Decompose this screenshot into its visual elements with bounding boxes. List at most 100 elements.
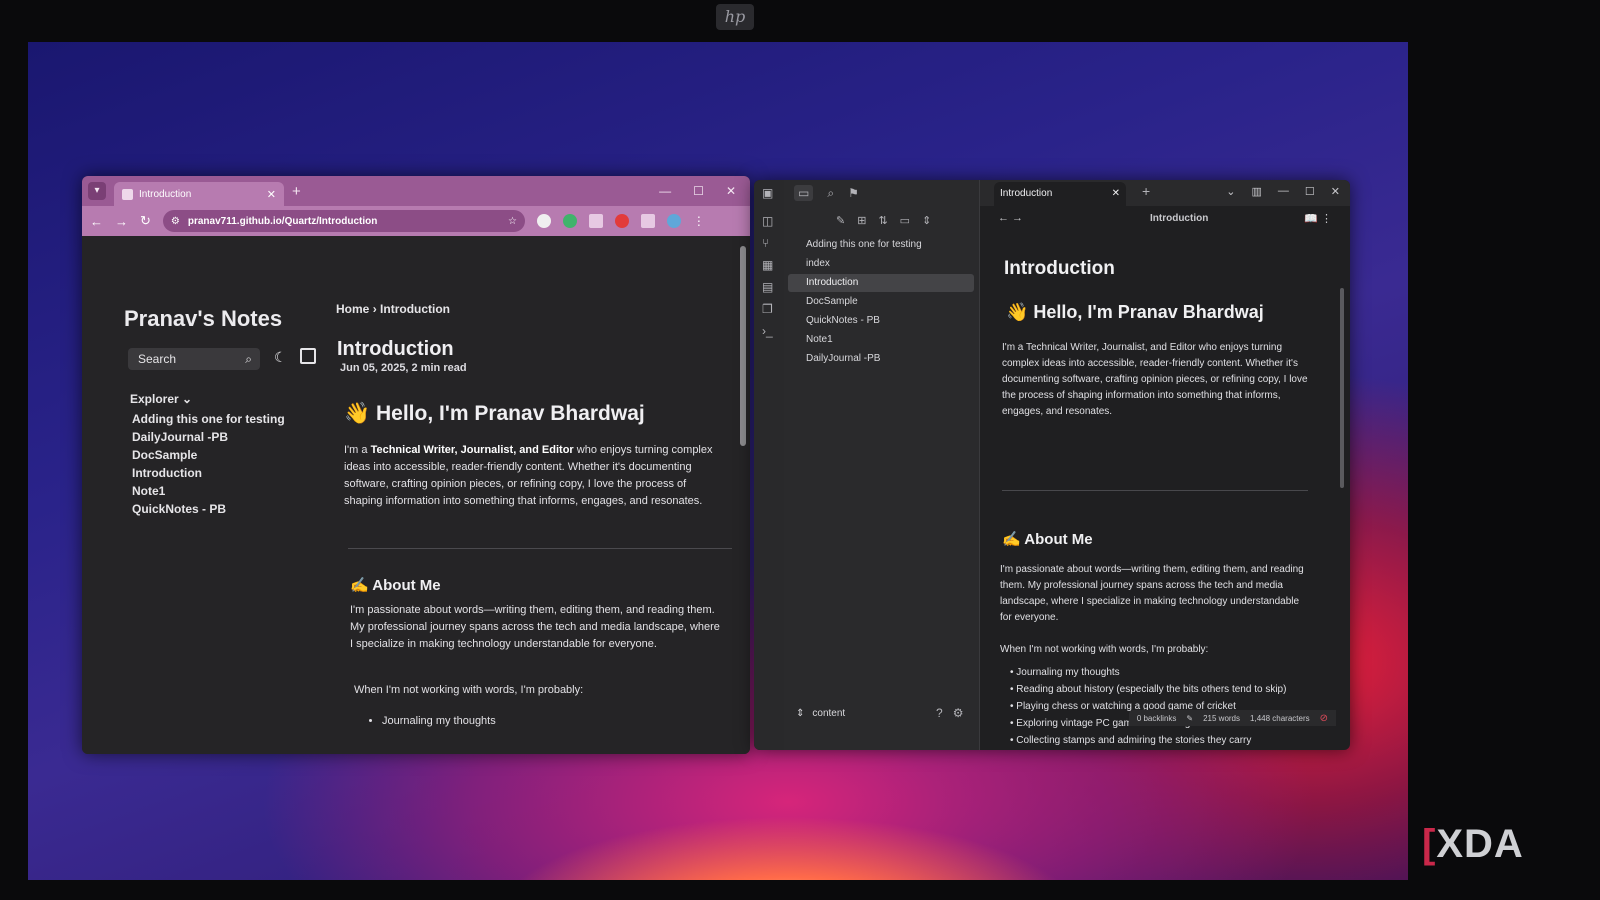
divider	[348, 548, 732, 549]
vault-name: content	[812, 708, 846, 719]
note-title: Introduction	[1004, 258, 1115, 279]
quartz-page: Pranav's Notes Search ⌕ ☾ Explorer ⌄ Add…	[82, 236, 750, 754]
file-item[interactable]: Note1	[788, 331, 974, 349]
search-icon[interactable]: ⌕	[827, 186, 834, 201]
back-icon[interactable]: ←	[90, 214, 103, 229]
xda-watermark: [XDA	[1422, 822, 1524, 866]
explorer-toggle[interactable]: Explorer ⌄	[130, 392, 192, 406]
reader-mode-icon[interactable]	[300, 348, 316, 364]
view-title[interactable]: Introduction	[1150, 213, 1208, 224]
help-icon[interactable]: ?	[936, 706, 943, 720]
reload-icon[interactable]: ↻	[140, 213, 151, 229]
bookmark-icon[interactable]: ⚑	[848, 186, 859, 200]
file-item[interactable]: DocSample	[788, 293, 974, 311]
collapse-icon[interactable]: ▭	[900, 214, 910, 227]
browser-window: ▾ Introduction ✕ + — ☐ ✕ ← → ↻ ⚙ pranav7…	[82, 176, 750, 754]
close-window-icon[interactable]: ✕	[726, 184, 736, 198]
browser-tab-title: Introduction	[139, 188, 192, 200]
url-bar[interactable]: ⚙ pranav711.github.io/Quartz/Introductio…	[162, 210, 525, 232]
tab-search-icon[interactable]: ▾	[88, 182, 106, 200]
daily-note-icon[interactable]: ▤	[762, 280, 773, 294]
edit-icon[interactable]: ✎	[1186, 714, 1193, 723]
search-input[interactable]: Search ⌕	[128, 348, 260, 370]
file-item-selected[interactable]: Introduction	[788, 274, 974, 292]
browser-tab-bar: ▾ Introduction ✕ + — ☐ ✕	[82, 176, 750, 206]
file-item[interactable]: index	[788, 255, 974, 273]
folder-icon[interactable]: ▭	[794, 185, 814, 201]
nav-arrows[interactable]: ← →	[998, 212, 1023, 224]
site-title[interactable]: Pranav's Notes	[124, 306, 282, 332]
close-window-icon[interactable]: ✕	[1331, 185, 1340, 198]
browser-tab[interactable]: Introduction ✕	[114, 182, 284, 206]
explorer-item[interactable]: Note1	[132, 484, 285, 502]
url-text: pranav711.github.io/Quartz/Introduction	[187, 215, 378, 227]
minimize-icon[interactable]: —	[659, 184, 671, 198]
tab-list-icon[interactable]: ⌄	[1226, 185, 1235, 198]
maximize-icon[interactable]: ☐	[693, 184, 704, 198]
maximize-icon[interactable]: ☐	[1305, 185, 1315, 198]
about-heading: ✍ About Me	[1002, 531, 1093, 548]
search-placeholder: Search	[138, 352, 177, 366]
view-header: ← → Introduction 📖 ⋮	[980, 208, 1350, 232]
file-item[interactable]: DailyJournal -PB	[788, 350, 974, 368]
new-tab-icon[interactable]: +	[292, 183, 301, 200]
explorer-item[interactable]: DocSample	[132, 448, 285, 466]
open-quick-switcher-icon[interactable]: ◫	[762, 214, 773, 228]
address-bar-row: ← → ↻ ⚙ pranav711.github.io/Quartz/Intro…	[82, 206, 750, 236]
extensions-row: ⋮	[536, 214, 705, 228]
new-folder-icon[interactable]: ⊞	[857, 214, 866, 227]
probably-text: When I'm not working with words, I'm pro…	[1000, 644, 1209, 655]
whatsapp-icon[interactable]	[562, 214, 577, 228]
breadcrumb-current: Introduction	[380, 302, 451, 316]
probably-text: When I'm not working with words, I'm pro…	[354, 684, 584, 696]
breadcrumb-home[interactable]: Home	[336, 302, 369, 316]
note-tab[interactable]: Introduction ✕	[994, 182, 1126, 206]
scrollbar-thumb[interactable]	[740, 246, 746, 446]
note-scrollbar[interactable]	[1340, 288, 1344, 488]
profile-avatar[interactable]	[666, 214, 681, 228]
reading-view-icon[interactable]: 📖 ⋮	[1304, 212, 1332, 225]
bookmark-star-icon[interactable]: ☆	[508, 216, 517, 227]
char-count: 1,448 characters	[1250, 713, 1310, 723]
sidebar-tabs: ▭ ⌕ ⚑	[784, 180, 979, 206]
command-palette-icon[interactable]: ›_	[762, 324, 773, 338]
sidebar-toggle-icon[interactable]: ▣	[762, 186, 773, 200]
chevron-updown-icon: ⇕	[796, 708, 805, 719]
graph-view-icon[interactable]: ⑂	[762, 236, 769, 250]
file-item[interactable]: QuickNotes - PB	[788, 312, 974, 330]
explorer-item[interactable]: Introduction	[132, 466, 285, 484]
templates-icon[interactable]: ❐	[762, 302, 773, 316]
canvas-icon[interactable]: ▦	[762, 258, 773, 272]
extension-icon[interactable]	[614, 214, 629, 228]
extension-icon[interactable]	[536, 214, 551, 228]
explorer-item[interactable]: DailyJournal -PB	[132, 430, 285, 448]
kebab-menu-icon[interactable]: ⋮	[693, 214, 705, 228]
file-item[interactable]: Adding this one for testing	[788, 236, 974, 254]
close-tab-icon[interactable]: ✕	[267, 188, 276, 201]
forward-icon[interactable]: →	[115, 214, 128, 229]
site-info-icon[interactable]: ⚙	[171, 216, 180, 227]
new-note-icon[interactable]: ✎	[836, 214, 845, 227]
dark-mode-icon[interactable]: ☾	[274, 349, 287, 366]
puzzle-icon[interactable]	[640, 214, 655, 228]
expand-icon[interactable]: ⇕	[922, 214, 931, 227]
split-view-icon[interactable]: ▥	[1252, 185, 1262, 198]
explorer-item[interactable]: Adding this one for testing	[132, 412, 285, 430]
sort-icon[interactable]: ⇅	[878, 214, 887, 227]
vault-switcher[interactable]: ⇕ content	[796, 708, 845, 719]
note-tab-title: Introduction	[1000, 188, 1053, 199]
new-tab-icon[interactable]: +	[1142, 183, 1150, 199]
sync-status-icon[interactable]: ⊘	[1320, 713, 1328, 724]
close-tab-icon[interactable]: ✕	[1112, 182, 1120, 206]
gear-icon[interactable]: ⚙	[953, 706, 964, 720]
extension-icon[interactable]	[588, 214, 603, 228]
favicon-icon	[122, 188, 133, 200]
minimize-icon[interactable]: —	[1278, 185, 1289, 198]
intro-paragraph: I'm a Technical Writer, Journalist, and …	[344, 444, 713, 507]
explorer-item[interactable]: QuickNotes - PB	[132, 502, 285, 520]
word-count: 215 words	[1203, 713, 1241, 723]
backlinks-count[interactable]: 0 backlinks	[1137, 714, 1177, 723]
hello-heading: 👋 Hello, I'm Pranav Bhardwaj	[1006, 302, 1264, 322]
hello-heading: 👋 Hello, I'm Pranav Bhardwaj	[344, 402, 645, 425]
page-scrollbar[interactable]	[740, 242, 746, 752]
